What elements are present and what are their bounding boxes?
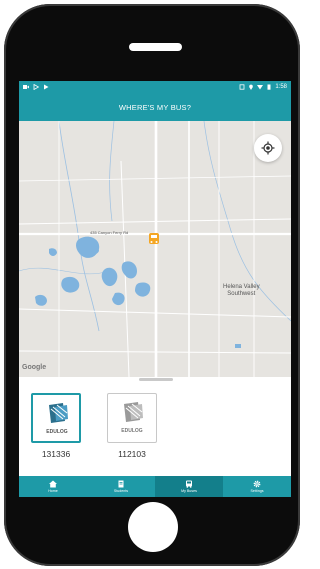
wifi-icon (257, 85, 264, 90)
nav-label: Home (48, 489, 58, 493)
nav-settings[interactable]: Settings (223, 476, 291, 497)
place-label-line2: Southwest (227, 291, 256, 297)
nav-students[interactable]: Students (87, 476, 155, 497)
bus-icon (186, 480, 192, 488)
app-bar: WHERE'S MY BUS? (19, 94, 291, 121)
bus-number: 112103 (118, 449, 146, 459)
map-canvas (19, 121, 291, 377)
bus-number: 131336 (41, 449, 71, 459)
sheet-drag-handle[interactable] (139, 378, 173, 381)
place-label-line1: Helena Valley (223, 284, 260, 290)
logo-text: EDULOG (121, 428, 143, 434)
nav-label: Settings (250, 489, 264, 493)
play-store-icon (44, 84, 49, 90)
gear-icon (253, 480, 261, 488)
google-attribution: Google (22, 364, 47, 371)
crosshair-icon (261, 141, 275, 155)
road-label: 435 Canyon Ferry Rd (90, 230, 129, 235)
nav-label: Students (113, 489, 129, 493)
logo-text: EDULOG (46, 429, 68, 435)
status-time: 1:58 (275, 84, 287, 90)
vibrate-icon (239, 84, 245, 90)
play-icon (33, 84, 39, 90)
bus-marker-icon[interactable] (149, 233, 159, 244)
app-screen: 1:58 WHERE'S MY BUS? 435 Canyon Ferry Rd… (19, 81, 291, 497)
bus-card-131336[interactable]: EDULOG (31, 393, 81, 443)
status-bar: 1:58 (19, 81, 291, 94)
place-label: Helena Valley Southwest (223, 284, 260, 298)
map-view[interactable]: 435 Canyon Ferry Rd Helena Valley Southw… (19, 121, 291, 377)
edulog-logo-icon: EDULOG (121, 402, 143, 434)
bottom-nav: Home Students My Buses Settings (19, 476, 291, 497)
bus-card-112103[interactable]: EDULOG (107, 393, 157, 443)
my-location-button[interactable] (254, 134, 282, 162)
nav-my-buses[interactable]: My Buses (155, 476, 223, 497)
location-icon (249, 84, 254, 90)
battery-icon (267, 84, 271, 90)
bus-sheet: EDULOG 131336 EDULOG 112103 (19, 377, 291, 476)
video-icon (23, 85, 29, 89)
nav-label: My Buses (181, 489, 197, 493)
students-icon (118, 480, 124, 488)
nav-home[interactable]: Home (19, 476, 87, 497)
home-icon (49, 480, 57, 488)
phone-home-button[interactable] (128, 502, 178, 552)
phone-speaker (129, 43, 182, 51)
app-title: WHERE'S MY BUS? (118, 103, 192, 112)
edulog-logo-icon: EDULOG (46, 403, 68, 435)
